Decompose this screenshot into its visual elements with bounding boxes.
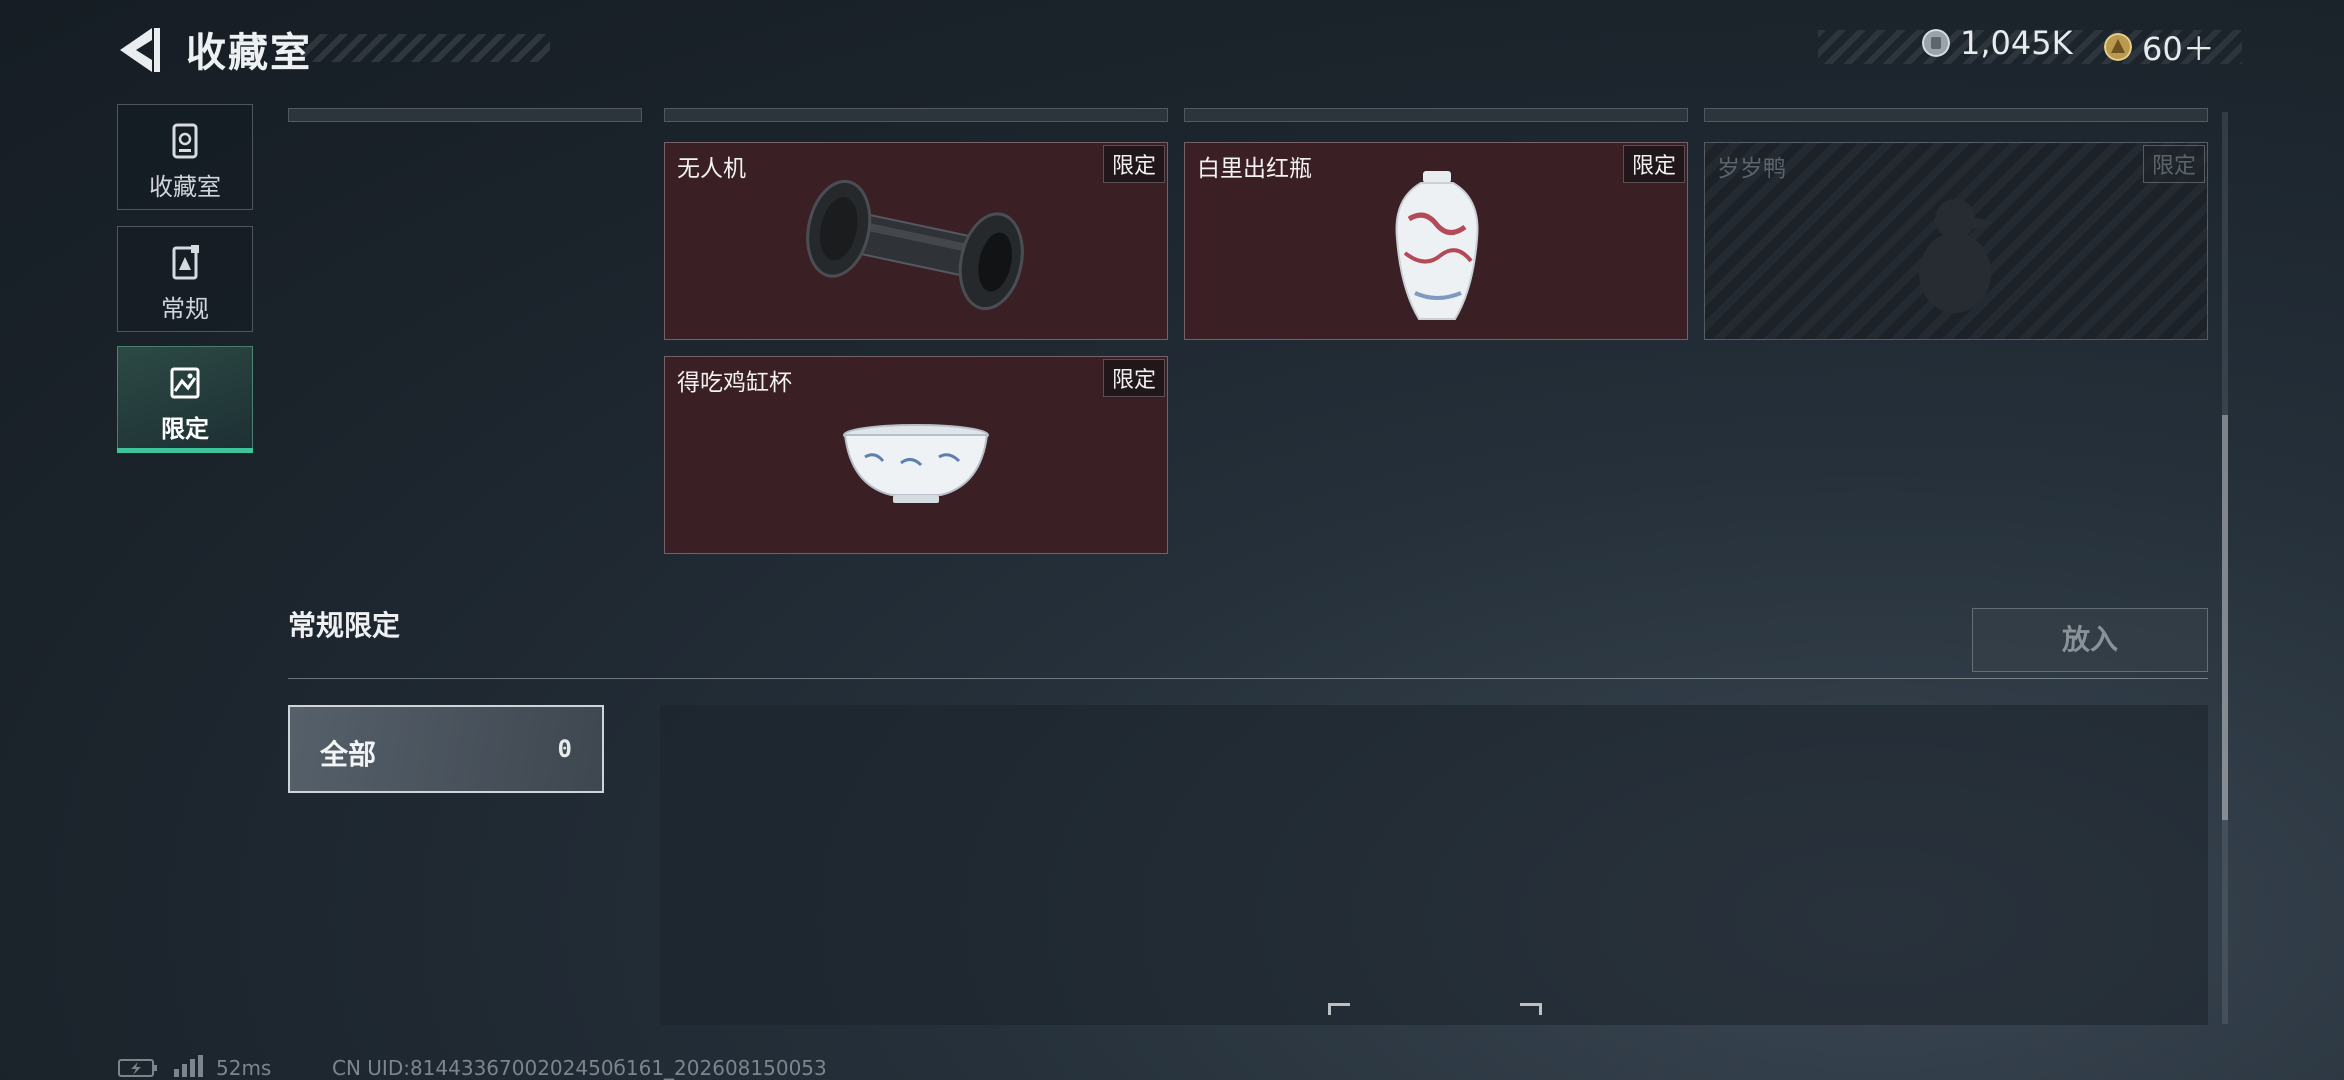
section-title: 常规限定 (288, 609, 401, 642)
corner-bracket-left (1328, 1003, 1350, 1015)
put-in-button[interactable]: 放入 (1972, 608, 2208, 672)
card-name: 白里出红瓶 (1197, 156, 1312, 182)
vase-icon (1395, 171, 1479, 320)
filter-all-button[interactable]: 全部 0 (288, 705, 604, 793)
signal-icon (174, 1055, 203, 1077)
filter-label: 全部 (320, 738, 377, 771)
partial-card-strip (1184, 108, 1688, 122)
duck-icon (1919, 199, 1995, 313)
collection-content-area (660, 705, 2208, 1025)
collection-card-vase[interactable]: 白里出红瓶 限定 (1184, 142, 1688, 340)
cup-icon (843, 424, 989, 503)
ping-text: 52ms (216, 1056, 272, 1080)
sidebar-item-limited[interactable]: 限定 (117, 346, 253, 452)
partial-category-strip (288, 108, 642, 122)
title-decoration (300, 34, 550, 62)
silver-coin-icon (1922, 29, 1950, 57)
filter-count: 0 (557, 735, 572, 763)
battery-icon (118, 1059, 157, 1077)
silver-currency: 1,045K (1922, 24, 2073, 62)
limited-badge: 限定 (2142, 145, 2205, 183)
limited-badge: 限定 (1622, 145, 1685, 183)
collection-card-chicken-cup[interactable]: 得吃鸡缸杯 限定 (664, 356, 1168, 554)
back-button[interactable] (112, 22, 172, 78)
section-divider (288, 678, 2208, 679)
gold-amount: 60＋ (2142, 30, 2215, 68)
card-icon (172, 245, 199, 280)
page-title: 收藏室 (186, 30, 312, 76)
sidebar-item-regular[interactable]: 常规 (117, 226, 253, 332)
limited-badge: 限定 (1102, 145, 1165, 183)
sidebar-item-collection-room[interactable]: 收藏室 (117, 104, 253, 210)
sidebar-item-label: 收藏室 (149, 173, 221, 201)
picture-icon (170, 367, 200, 399)
collection-card-duck-locked[interactable]: 岁岁鸭 限定 (1704, 142, 2208, 340)
sidebar-item-label: 常规 (161, 295, 209, 323)
gold-coin-icon (2104, 33, 2132, 61)
gold-currency: 60＋ (2104, 24, 2215, 70)
corner-bracket-right (1520, 1003, 1542, 1015)
uid-text: CN UID:8144336700202450б161_202608150053 (332, 1056, 827, 1080)
drone-part-icon (806, 179, 1024, 311)
partial-card-strip (664, 108, 1168, 122)
silver-amount: 1,045K (1960, 24, 2073, 62)
active-tab-indicator (117, 448, 253, 453)
collection-card-drone[interactable]: 无人机 限定 (664, 142, 1168, 340)
sidebar-item-label: 限定 (161, 415, 209, 443)
card-name: 岁岁鸭 (1717, 156, 1786, 182)
scrollbar-thumb[interactable] (2222, 415, 2228, 820)
card-name: 无人机 (677, 156, 746, 182)
back-arrow-icon (120, 28, 160, 72)
card-name: 得吃鸡缸杯 (677, 370, 792, 396)
trophy-icon (172, 123, 198, 159)
partial-card-strip (1704, 108, 2208, 122)
limited-badge: 限定 (1102, 359, 1165, 397)
